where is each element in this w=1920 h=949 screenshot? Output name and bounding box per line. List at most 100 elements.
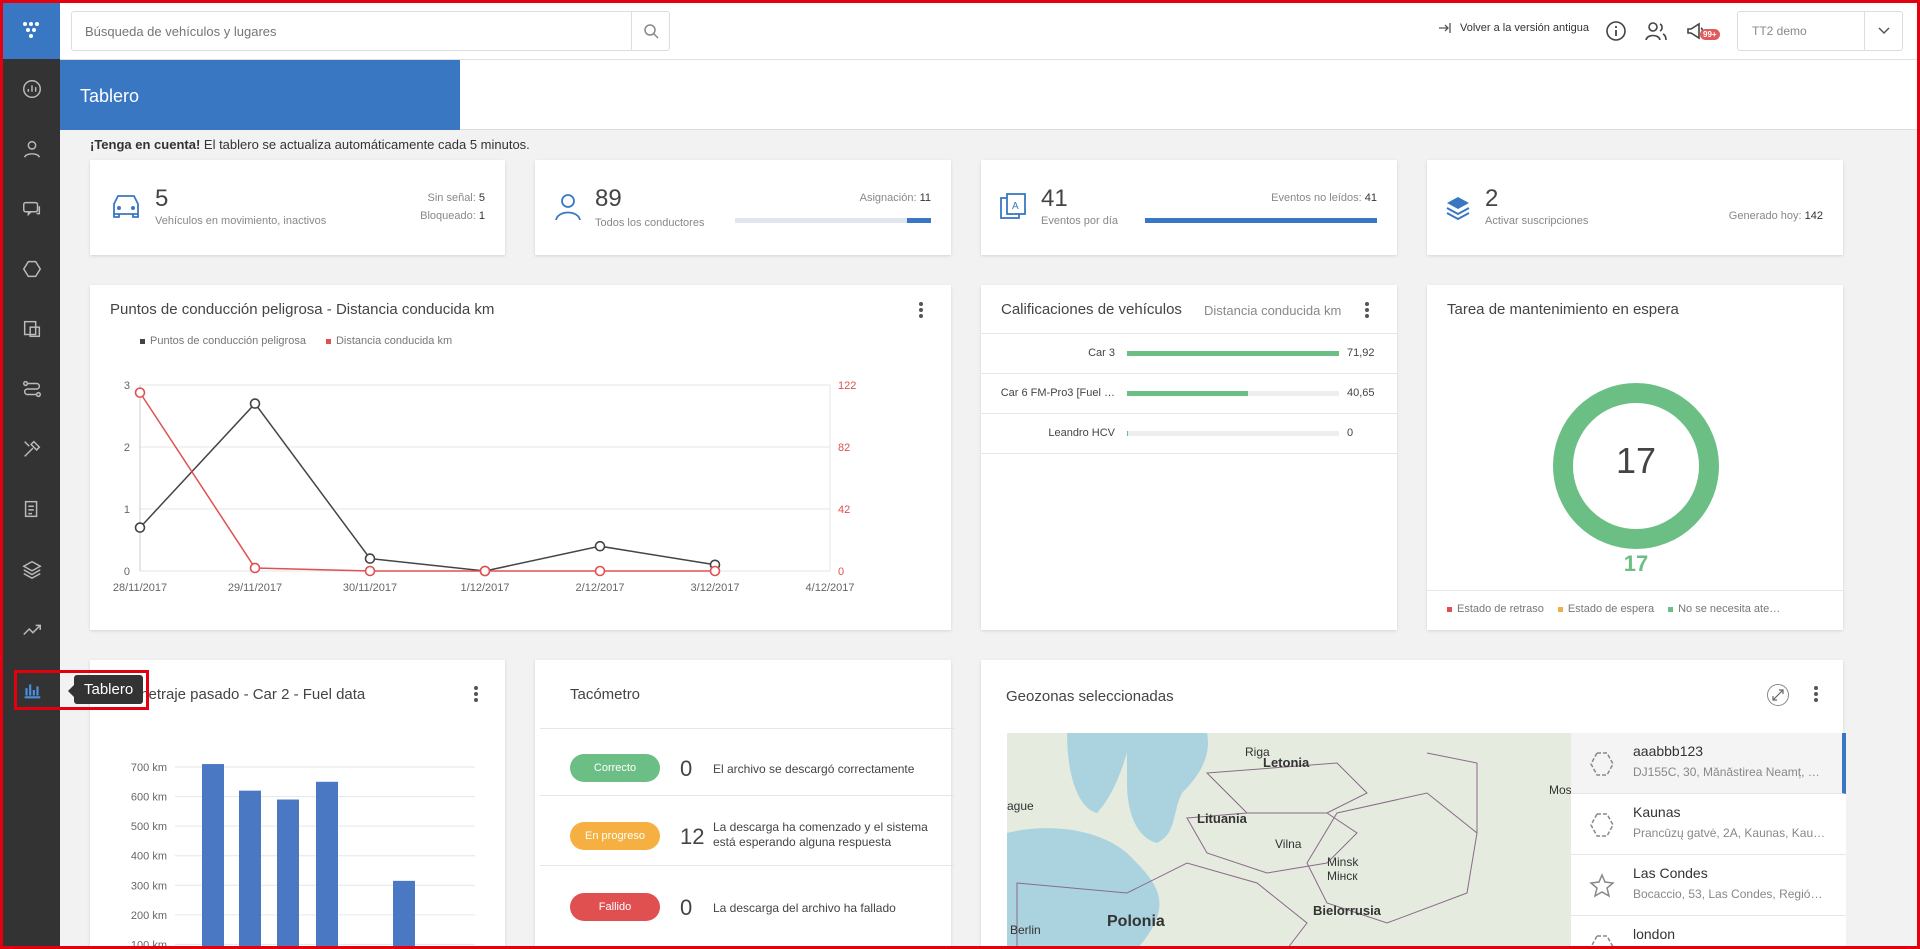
- fuel-bar[interactable]: [202, 764, 224, 949]
- documents-icon[interactable]: [3, 489, 60, 529]
- fuel-chart-card: metraje pasado - Car 2 - Fuel data 100 k…: [90, 660, 505, 949]
- unread-label: Eventos no leídos:: [1271, 192, 1362, 204]
- account-dropdown-button[interactable]: [1864, 12, 1902, 50]
- rating-row[interactable]: Leandro HCV 0: [981, 414, 1398, 454]
- x-tick: 4/12/2017: [806, 582, 855, 594]
- old-version-link[interactable]: Volver a la versión antigua: [1438, 22, 1589, 34]
- subs-count: 2: [1485, 185, 1499, 212]
- fuel-bar[interactable]: [393, 880, 415, 949]
- trend-icon[interactable]: [3, 609, 60, 649]
- assign-progress: [735, 218, 931, 223]
- status-count: 12: [680, 824, 705, 849]
- fuel-bar[interactable]: [239, 790, 261, 949]
- page-title: Tablero: [60, 60, 460, 130]
- donut-total: 17: [1623, 551, 1649, 576]
- users-button[interactable]: [1642, 17, 1670, 45]
- map-label-letonia: Letonia: [1263, 755, 1310, 770]
- top-header: Volver a la versión antigua 99+ TT2 demo: [60, 3, 1917, 60]
- maintenance-legend: Estado de retraso Estado de espera No se…: [1447, 603, 1780, 615]
- geozone-item[interactable]: aaabbb123 DJ155C, 30, Mănăstirea Neamț, …: [1571, 733, 1846, 794]
- rating-row[interactable]: Car 6 FM-Pro3 [Fuel … 40,65: [981, 374, 1398, 414]
- distance-point[interactable]: [364, 565, 376, 577]
- geozone-name: london: [1633, 926, 1676, 942]
- status-count: 0: [680, 895, 693, 920]
- routes-icon[interactable]: [3, 369, 60, 409]
- info-button[interactable]: [1602, 17, 1630, 45]
- y-tick: 100 km: [131, 939, 167, 949]
- geozones-map[interactable]: Riga Letonia Lituania Vilna Minsk Мінск …: [1007, 733, 1572, 949]
- rating-name: Car 6 FM-Pro3 [Fuel …: [1000, 387, 1115, 399]
- geozone-item[interactable]: london: [1571, 916, 1846, 949]
- expand-map-button[interactable]: [1767, 684, 1789, 706]
- maintenance-card: Tarea de mantenimiento en espera 17 17 E…: [1427, 285, 1843, 630]
- stat-card-subscriptions[interactable]: 2 Activar suscripciones Generado hoy: 14…: [1427, 160, 1843, 255]
- star-icon: [1589, 873, 1615, 898]
- danger-point[interactable]: [249, 398, 261, 409]
- status-pill[interactable]: Correcto: [570, 754, 660, 782]
- subs-label: Activar suscripciones: [1485, 215, 1589, 227]
- logo-icon: [22, 22, 39, 38]
- ratings-menu-icon[interactable]: [1364, 301, 1370, 321]
- tachometer-row: Correcto 0 El archivo se descargó correc…: [540, 728, 955, 795]
- map-label-vilna: Vilna: [1275, 837, 1302, 851]
- y-tick: 200 km: [131, 910, 167, 922]
- x-tick: 29/11/2017: [228, 582, 282, 594]
- notifications-button[interactable]: 99+: [1682, 17, 1720, 45]
- notice-text: El tablero se actualiza automáticamente …: [200, 137, 530, 152]
- fuel-bar[interactable]: [277, 799, 299, 949]
- old-version-label: Volver a la versión antigua: [1460, 22, 1590, 34]
- search-input[interactable]: [72, 12, 622, 50]
- chevron-down-icon: [1877, 27, 1890, 35]
- status-pill[interactable]: Fallido: [570, 893, 660, 921]
- refresh-notice: ¡Tenga en cuenta! El tablero se actualiz…: [90, 137, 530, 152]
- search-box: [71, 11, 670, 51]
- geozone-item[interactable]: Kaunas Prancūzų gatvė, 2A, Kaunas, Kau…: [1571, 794, 1846, 855]
- map-label-praga: ague: [1007, 799, 1034, 813]
- maintenance-icon[interactable]: [3, 429, 60, 469]
- assign-value: 11: [919, 192, 931, 204]
- x-tick: 3/12/2017: [691, 582, 740, 594]
- danger-point[interactable]: [134, 522, 146, 533]
- geozones-menu-icon[interactable]: [1813, 685, 1819, 705]
- map-label-minsk: Minsk: [1327, 855, 1359, 869]
- driver-icon[interactable]: [3, 129, 60, 169]
- x-tick: 28/11/2017: [113, 582, 167, 594]
- sidebar-tooltip: Tablero: [67, 675, 144, 704]
- account-name: TT2 demo: [1752, 24, 1807, 38]
- distance-point[interactable]: [249, 562, 261, 574]
- distance-line: [139, 392, 715, 572]
- rating-bar: [1127, 431, 1339, 436]
- stat-card-drivers[interactable]: 89 Todos los conductores Asignación: 11: [535, 160, 951, 255]
- stat-card-events[interactable]: A 41 Eventos por día Eventos no leídos: …: [981, 160, 1397, 255]
- distance-point[interactable]: [479, 565, 491, 577]
- tachometer-row: En progreso 12 La descarga ha comenzado …: [540, 795, 955, 865]
- danger-point[interactable]: [364, 553, 376, 564]
- map-label-berlin: Berlin: [1010, 923, 1041, 937]
- search-button[interactable]: [631, 12, 669, 50]
- status-pill[interactable]: En progreso: [570, 822, 660, 850]
- distance-point[interactable]: [594, 565, 606, 577]
- layers-icon[interactable]: [3, 549, 60, 589]
- messages-icon[interactable]: [3, 189, 60, 229]
- rating-value: 71,92: [1347, 347, 1375, 359]
- dashboard-gauge-icon[interactable]: [3, 69, 60, 109]
- distance-point[interactable]: [709, 565, 721, 577]
- account-selector[interactable]: TT2 demo: [1737, 11, 1903, 51]
- stat-card-vehicles[interactable]: 5 Vehículos en movimiento, inactivos Sin…: [90, 160, 505, 255]
- rating-name: Leandro HCV: [1048, 427, 1115, 439]
- status-description: La descarga del archivo ha fallado: [713, 901, 896, 915]
- app-logo[interactable]: [3, 3, 60, 59]
- driver-stat-icon: [555, 194, 581, 221]
- geozone-item[interactable]: Las Condes Bocaccio, 53, Las Condes, Reg…: [1571, 855, 1846, 916]
- rating-bar: [1127, 391, 1339, 396]
- car-icon: [113, 195, 139, 218]
- tasks-icon[interactable]: [3, 309, 60, 349]
- danger-point[interactable]: [594, 540, 606, 552]
- status-description: El archivo se descargó correctamente: [713, 762, 915, 776]
- rating-row[interactable]: Car 3 71,92: [981, 334, 1398, 374]
- geozones-icon[interactable]: [3, 249, 60, 289]
- tachometer-row: Fallido 0 La descarga del archivo ha fal…: [540, 865, 955, 949]
- fuel-bar[interactable]: [316, 781, 338, 949]
- distance-point[interactable]: [134, 387, 146, 398]
- danger-line: [139, 402, 716, 572]
